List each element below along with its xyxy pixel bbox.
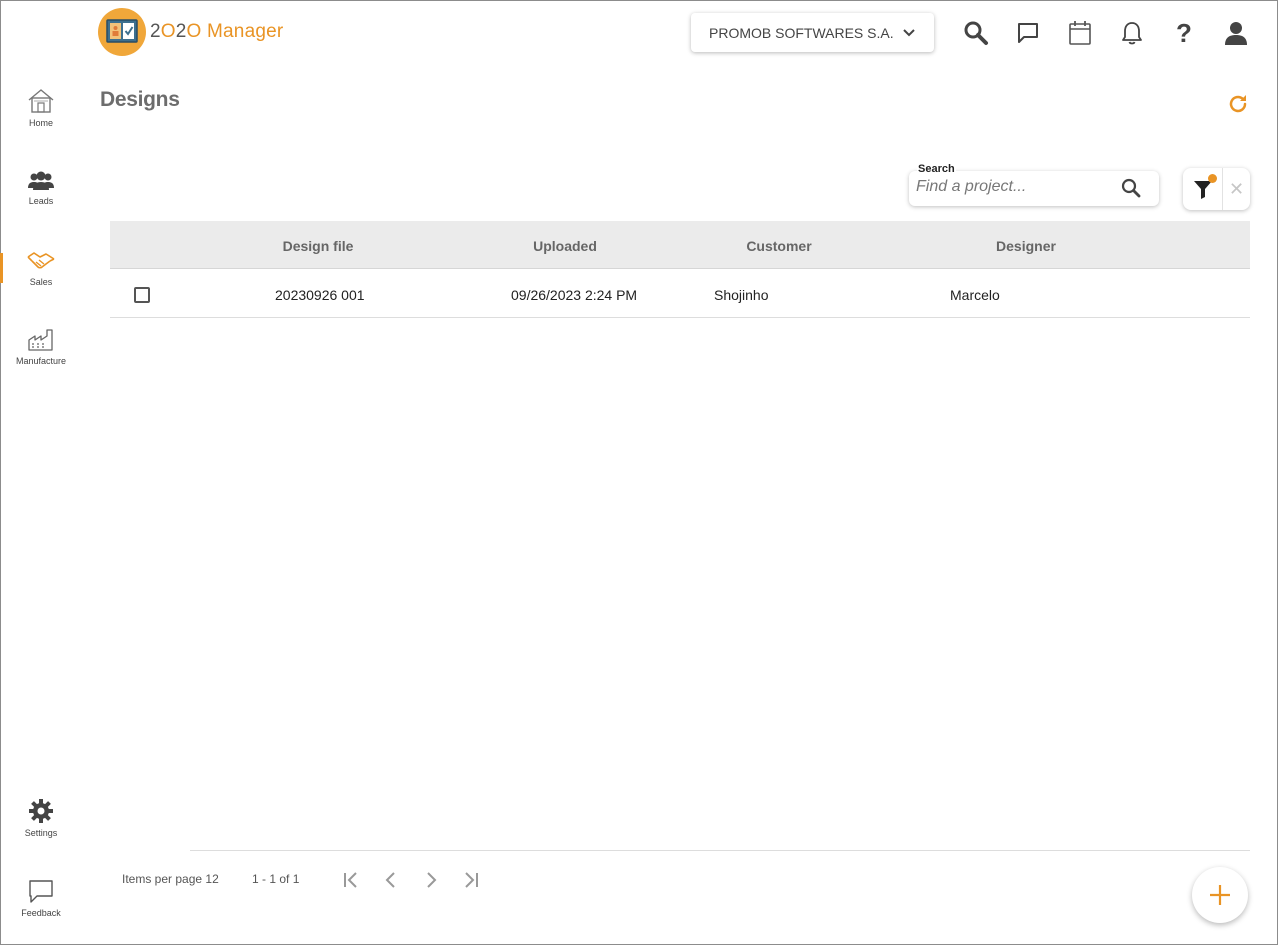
chat-icon[interactable] xyxy=(1013,18,1043,48)
previous-page-button[interactable] xyxy=(379,868,403,892)
items-per-page-label: Items per page xyxy=(122,872,203,886)
sidebar-item-label: Home xyxy=(28,118,53,128)
filter-group: ✕ xyxy=(1183,168,1250,210)
items-per-page-value: 12 xyxy=(205,872,219,886)
logo-emblem-icon xyxy=(98,8,146,56)
page-title: Designs xyxy=(100,88,180,111)
user-icon[interactable] xyxy=(1221,18,1251,48)
company-name: PROMOB SOFTWARES S.A. xyxy=(709,24,894,41)
page-range: 1 - 1 of 1 xyxy=(252,872,300,886)
sidebar-item-sales[interactable]: Sales xyxy=(0,249,82,287)
search-label: Search xyxy=(917,163,956,175)
row-checkbox[interactable] xyxy=(134,287,150,303)
sidebar-item-leads[interactable]: Leads xyxy=(0,170,82,206)
plus-icon xyxy=(1210,885,1230,905)
handshake-icon xyxy=(27,252,55,269)
table-row[interactable]: 20230926 001 09/26/2023 2:24 PM Shojinho… xyxy=(110,270,1250,318)
help-icon[interactable]: ? xyxy=(1169,18,1199,48)
sidebar-item-label: Manufacture xyxy=(15,356,67,366)
sidebar-item-label: Sales xyxy=(29,277,53,287)
people-icon xyxy=(28,171,54,190)
cell-designer: Marcelo xyxy=(950,287,1000,303)
search-box xyxy=(909,171,1159,206)
app-logo[interactable]: 2O2O Manager xyxy=(98,8,283,56)
gear-icon xyxy=(29,799,53,823)
refresh-icon[interactable] xyxy=(1226,92,1250,116)
company-selector[interactable]: PROMOB SOFTWARES S.A. xyxy=(691,13,934,52)
search-input[interactable] xyxy=(916,178,1116,196)
sidebar-item-home[interactable]: Home xyxy=(0,88,82,128)
last-page-button[interactable] xyxy=(459,868,483,892)
factory-icon xyxy=(28,329,53,351)
table-header: Design file Uploaded Customer Designer xyxy=(110,221,1250,269)
sidebar-item-label: Leads xyxy=(28,196,54,206)
filter-active-dot xyxy=(1208,174,1217,183)
filter-button[interactable] xyxy=(1183,168,1223,210)
first-page-icon xyxy=(344,872,357,888)
cell-design-file: 20230926 001 xyxy=(275,287,365,303)
next-page-button[interactable] xyxy=(419,868,443,892)
column-header-design-file[interactable]: Design file xyxy=(283,238,354,254)
magnifier-icon xyxy=(1121,178,1141,198)
add-design-button[interactable] xyxy=(1192,867,1248,923)
column-header-uploaded[interactable]: Uploaded xyxy=(533,238,597,254)
sidebar-item-label: Settings xyxy=(24,828,58,838)
search-icon[interactable] xyxy=(961,18,991,48)
calendar-icon[interactable] xyxy=(1065,18,1095,48)
app-frame xyxy=(0,0,1278,945)
close-icon: ✕ xyxy=(1228,178,1245,199)
cell-customer: Shojinho xyxy=(714,287,769,303)
column-header-customer[interactable]: Customer xyxy=(746,238,811,254)
first-page-button[interactable] xyxy=(339,868,363,892)
app-name: 2O2O Manager xyxy=(150,21,284,42)
column-header-designer[interactable]: Designer xyxy=(996,238,1056,254)
chevron-down-icon xyxy=(902,28,915,36)
sidebar-item-manufacture[interactable]: Manufacture xyxy=(0,328,82,366)
sidebar-item-settings[interactable]: Settings xyxy=(0,798,82,838)
chevron-right-icon xyxy=(427,872,437,888)
sidebar-item-feedback[interactable]: Feedback xyxy=(0,878,82,918)
search-button[interactable] xyxy=(1120,177,1144,201)
items-per-page[interactable]: Items per page 12 xyxy=(122,872,219,886)
clear-filter-button[interactable]: ✕ xyxy=(1223,168,1250,210)
footer-divider xyxy=(190,850,1250,851)
bell-icon[interactable] xyxy=(1117,18,1147,48)
sidebar-item-label: Feedback xyxy=(21,908,61,918)
chevron-left-icon xyxy=(385,872,395,888)
last-page-icon xyxy=(465,872,478,888)
home-icon xyxy=(28,89,54,113)
feedback-icon xyxy=(29,880,53,903)
cell-uploaded: 09/26/2023 2:24 PM xyxy=(511,287,638,303)
help-glyph: ? xyxy=(1176,17,1192,48)
